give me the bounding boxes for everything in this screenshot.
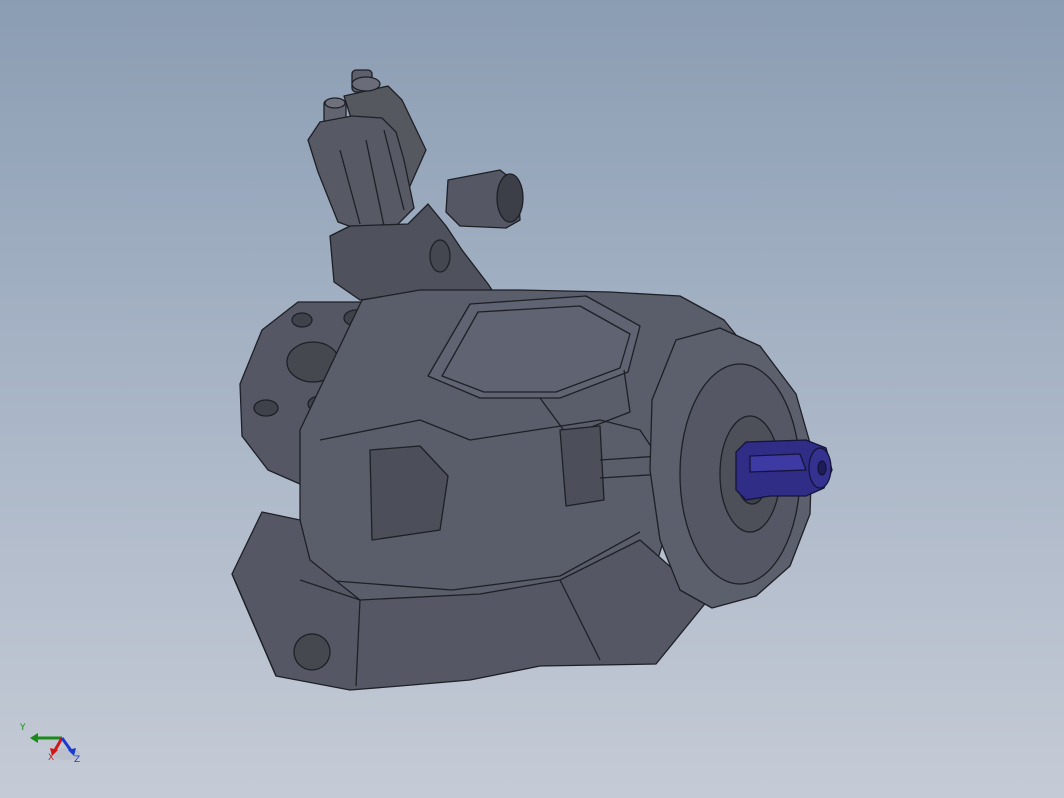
pressure-fitting[interactable] (445, 169, 524, 229)
z-axis-label: Z (74, 755, 81, 765)
pump-model[interactable] (0, 0, 1064, 798)
triad-axes-icon (30, 733, 80, 760)
x-axis-label: X (48, 753, 55, 763)
y-axis-label: Y (20, 723, 26, 733)
drive-shaft[interactable] (735, 439, 833, 501)
view-orientation-triad[interactable]: Y X Z (14, 718, 94, 778)
graphics-viewport[interactable]: Y X Z (0, 0, 1064, 798)
